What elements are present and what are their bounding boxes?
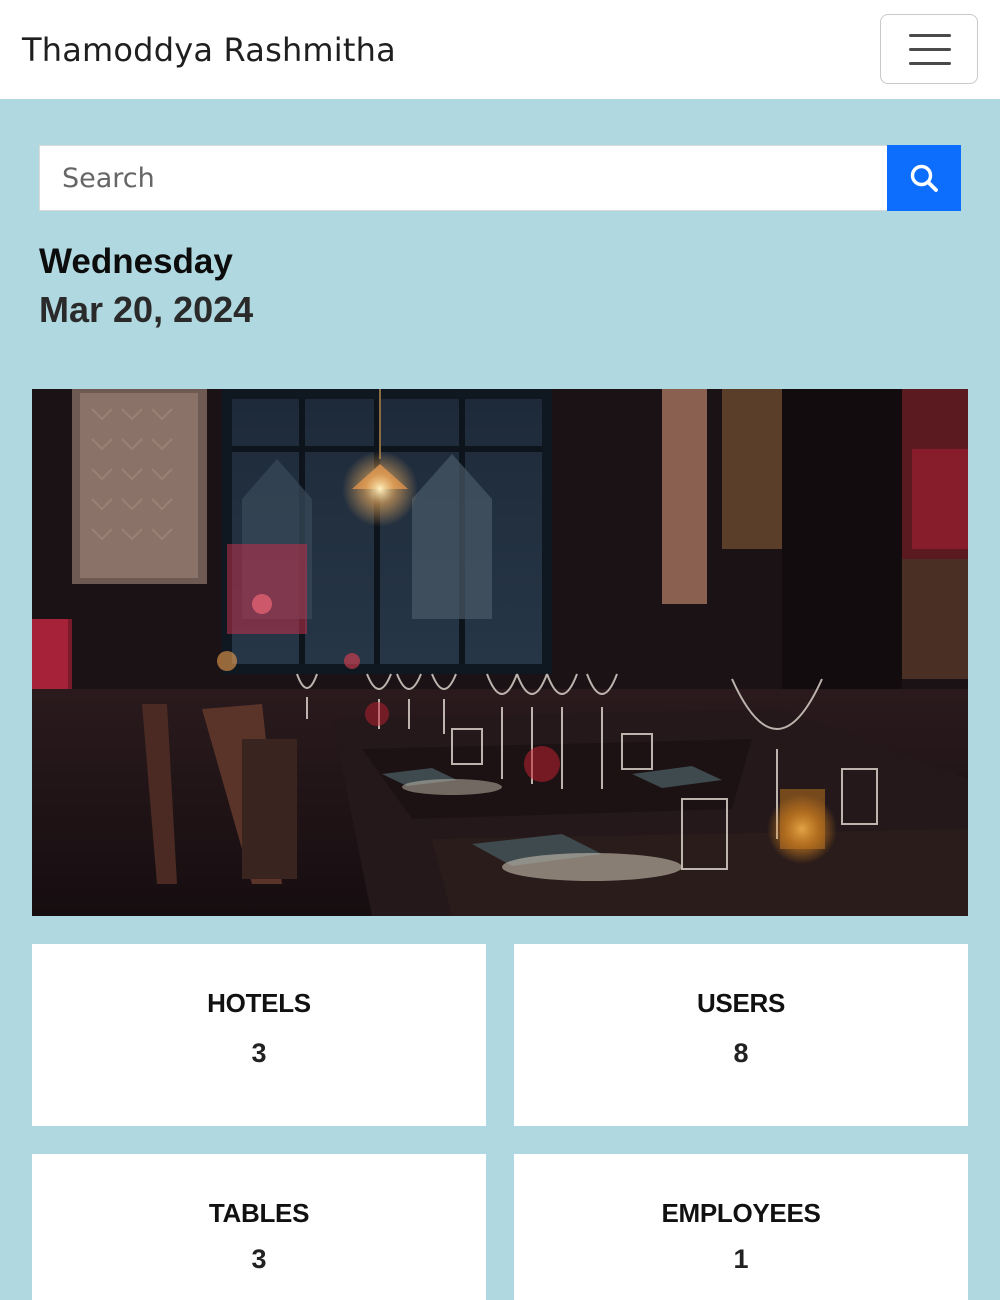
stat-card-employees[interactable]: EMPLOYEES 1: [514, 1154, 968, 1300]
search-input[interactable]: [39, 145, 888, 211]
hamburger-menu-icon: [909, 34, 951, 37]
date-heading: Mar 20, 2024: [39, 289, 254, 330]
stat-value: 8: [733, 1038, 749, 1068]
stat-label: HOTELS: [207, 988, 311, 1018]
hamburger-menu-icon-line: [909, 48, 951, 51]
search-bar: [39, 145, 961, 211]
stat-value: 1: [733, 1244, 749, 1274]
stat-value: 3: [251, 1244, 267, 1274]
stat-card-tables[interactable]: TABLES 3: [32, 1154, 486, 1300]
stat-label: TABLES: [208, 1198, 310, 1228]
hamburger-menu-icon-line: [909, 62, 951, 65]
restaurant-interior-photo: [32, 389, 968, 916]
weekday-heading: Wednesday: [39, 242, 233, 281]
stat-label: USERS: [696, 988, 786, 1018]
stat-value: 3: [251, 1038, 267, 1068]
stat-card-hotels[interactable]: HOTELS 3: [32, 944, 486, 1126]
brand-name[interactable]: Thamoddya Rashmitha: [22, 30, 396, 70]
search-icon: [910, 164, 938, 192]
stat-card-users[interactable]: USERS 8: [514, 944, 968, 1126]
top-navbar: Thamoddya Rashmitha: [0, 0, 1000, 99]
stat-label: EMPLOYEES: [661, 1198, 821, 1228]
hero-image: [32, 389, 968, 916]
search-button[interactable]: [887, 145, 961, 211]
navbar-toggle-button[interactable]: [880, 14, 978, 84]
